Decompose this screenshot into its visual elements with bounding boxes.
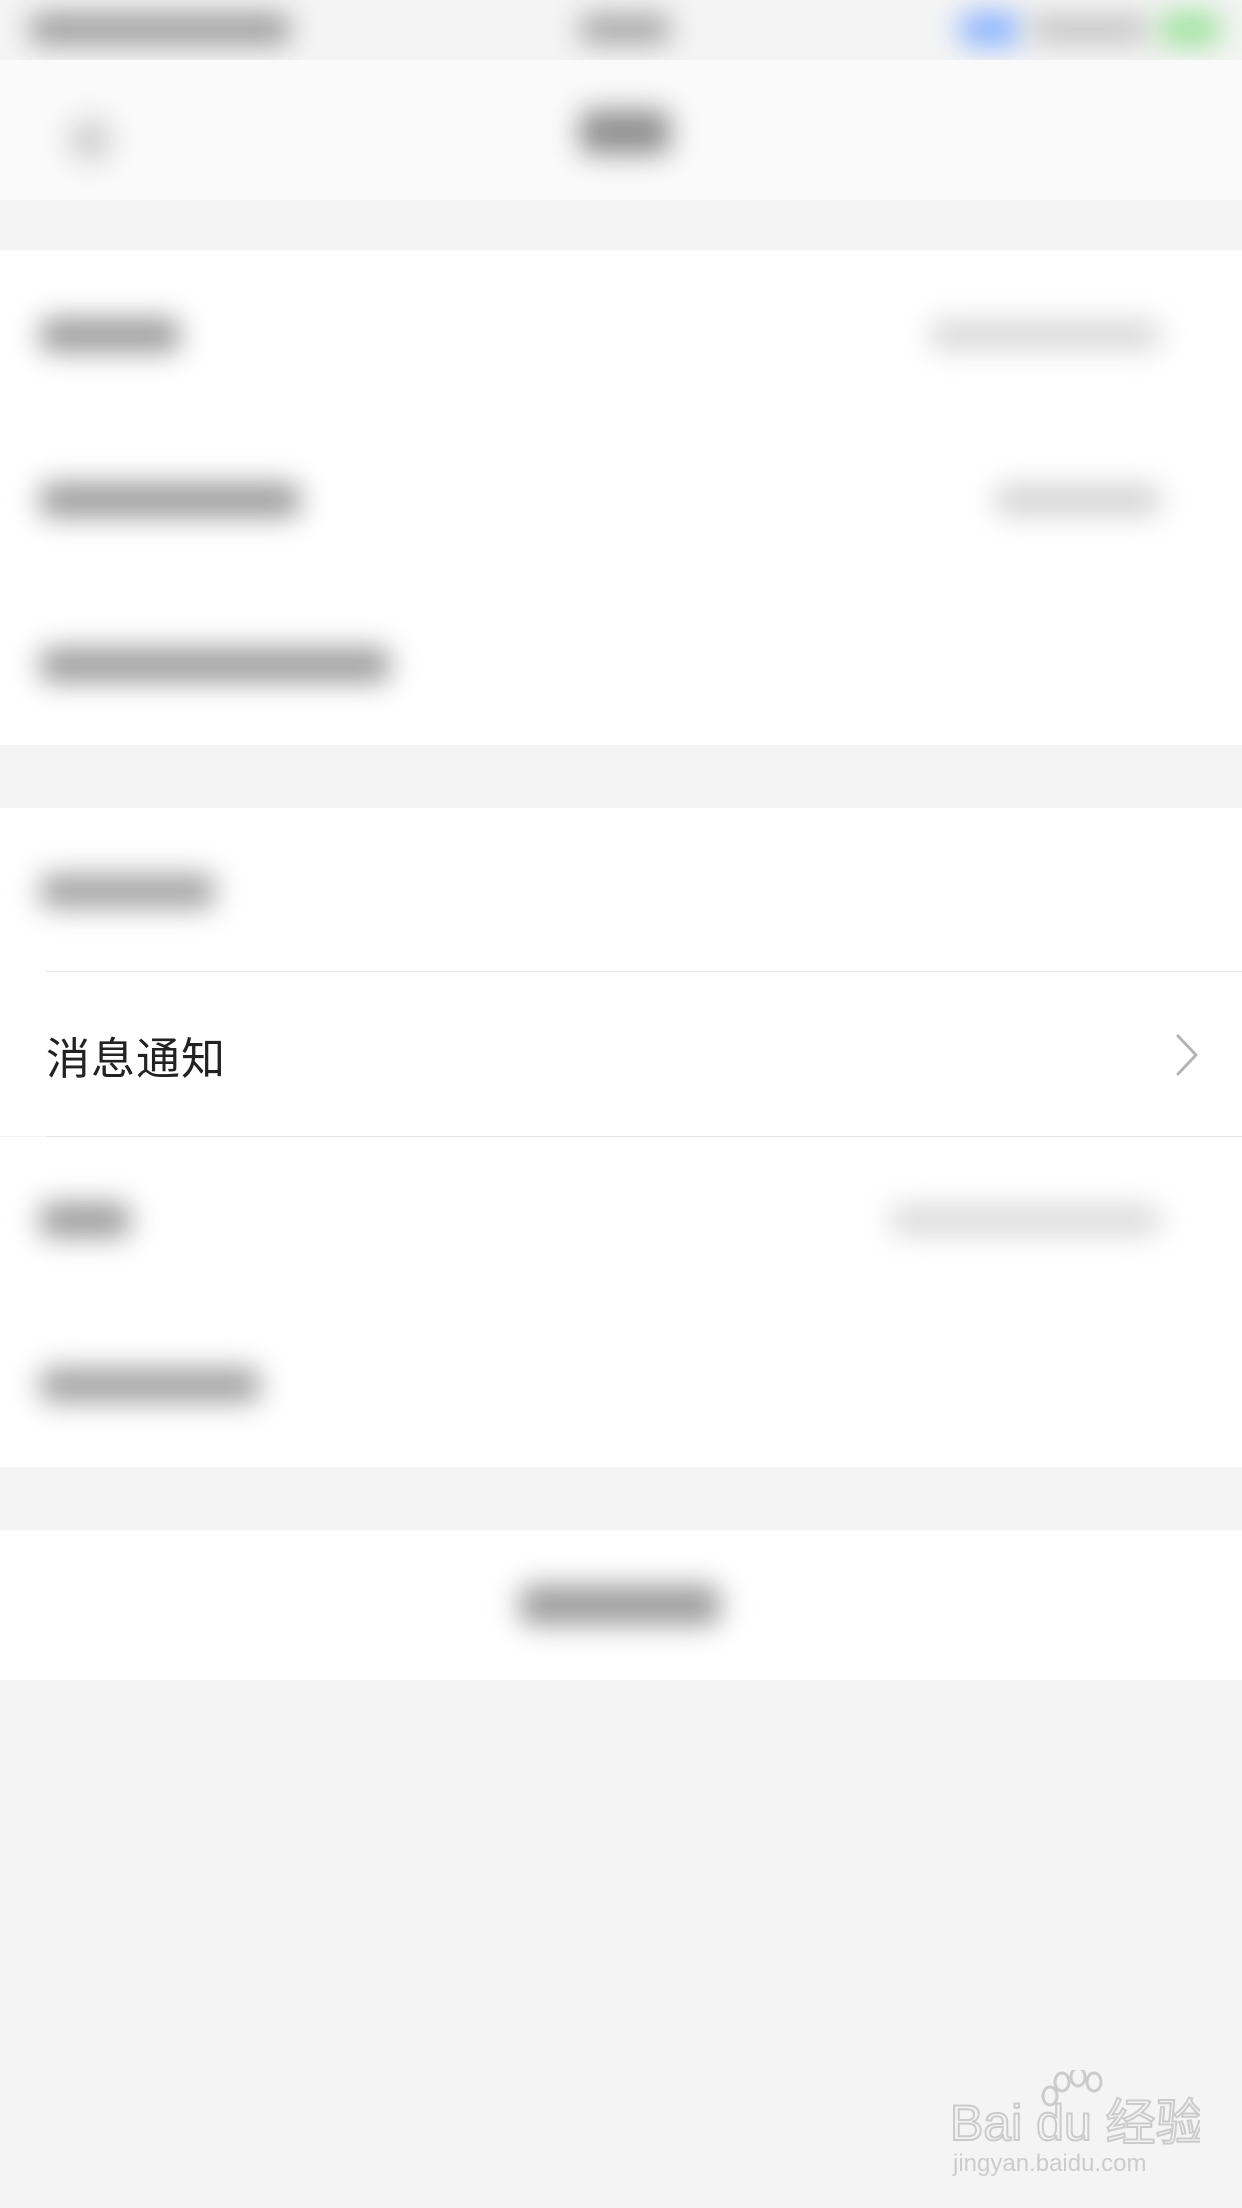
watermark-url-text: jingyan.baidu.com bbox=[953, 2150, 1147, 2177]
battery-icon-blur bbox=[1160, 12, 1220, 46]
settings-row-blur[interactable] bbox=[0, 415, 1242, 580]
location-icon-blur bbox=[960, 12, 1020, 46]
notification-settings-label: 消息通知 bbox=[46, 1033, 226, 1085]
notification-settings-row[interactable]: 消息通知 bbox=[0, 973, 1242, 1136]
clock-blur bbox=[580, 14, 670, 44]
status-icons-blur bbox=[1030, 16, 1150, 42]
navigation-bar bbox=[0, 60, 1242, 200]
settings-row-blur[interactable] bbox=[0, 1302, 1242, 1467]
page-title-blur bbox=[580, 110, 670, 154]
back-button-blur[interactable] bbox=[70, 120, 110, 160]
bottom-action-group bbox=[0, 1530, 1242, 1680]
settings-group-2-rest bbox=[0, 1137, 1242, 1467]
settings-group-1 bbox=[0, 250, 1242, 745]
watermark-brand-text: Bai du 经验 bbox=[950, 2095, 1200, 2151]
chevron-right-icon bbox=[1176, 1034, 1198, 1075]
bottom-action-button-blur[interactable] bbox=[520, 1585, 720, 1625]
settings-row-blur[interactable] bbox=[0, 250, 1242, 415]
settings-group-2 bbox=[0, 808, 1242, 973]
carrier-signal-blur bbox=[30, 14, 290, 44]
settings-row-blur[interactable] bbox=[0, 808, 1242, 973]
settings-row-blur[interactable] bbox=[0, 1137, 1242, 1302]
row-divider bbox=[46, 971, 1242, 972]
settings-row-blur[interactable] bbox=[0, 580, 1242, 745]
status-bar bbox=[0, 0, 1242, 60]
